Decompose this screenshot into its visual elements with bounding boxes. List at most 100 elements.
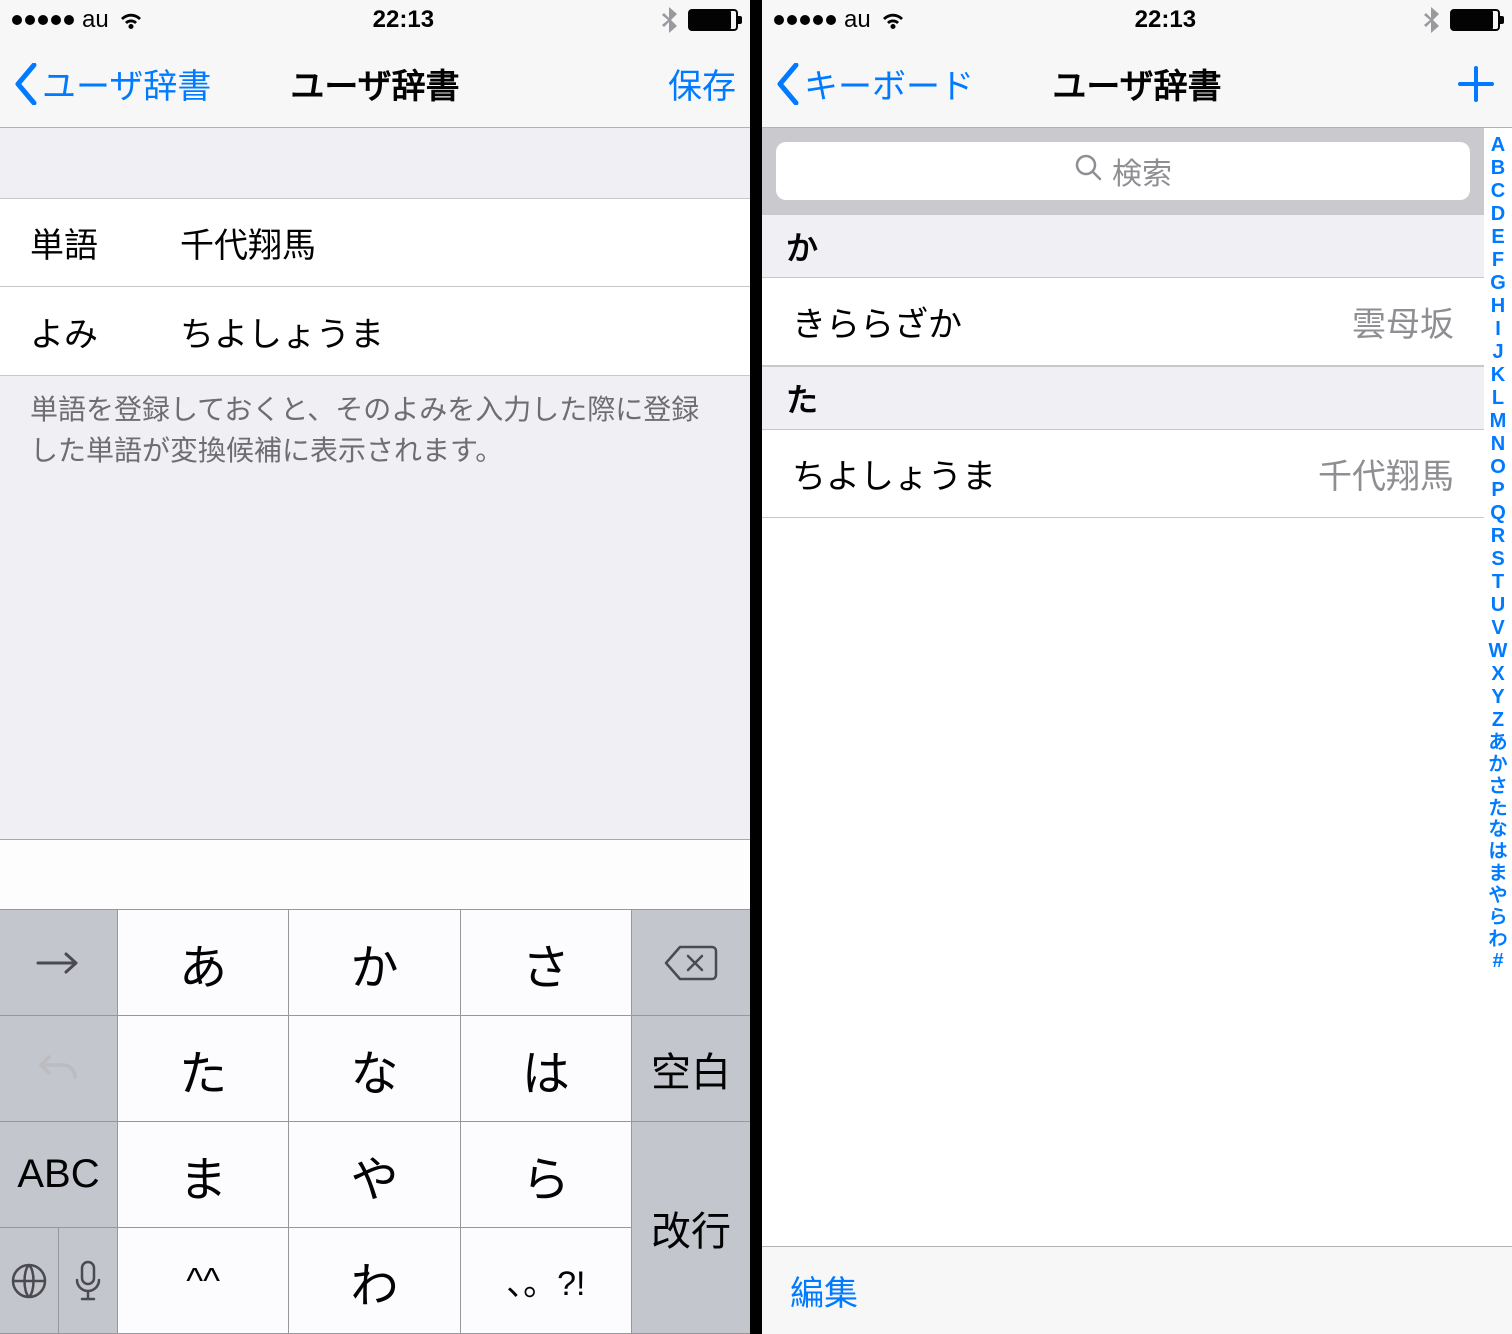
index-letter[interactable]: T — [1492, 571, 1504, 594]
key-ta[interactable]: た — [118, 1016, 289, 1122]
key-wa[interactable]: わ — [289, 1228, 460, 1334]
index-letter[interactable]: L — [1492, 387, 1504, 410]
status-time: 22:13 — [1135, 6, 1196, 34]
back-button[interactable]: キーボード — [776, 59, 974, 108]
bottom-toolbar: 編集 — [762, 1246, 1512, 1334]
index-letter[interactable]: な — [1488, 819, 1507, 841]
index-letter[interactable]: Z — [1492, 709, 1504, 732]
index-letter[interactable]: W — [1489, 640, 1508, 663]
signal-dots-icon — [774, 15, 836, 25]
index-letter[interactable]: E — [1491, 226, 1504, 249]
search-input[interactable]: 検索 — [776, 142, 1470, 200]
index-letter[interactable]: は — [1488, 841, 1507, 863]
section-header-ka: か — [762, 214, 1484, 278]
index-letter[interactable]: M — [1490, 410, 1507, 433]
index-letter[interactable]: # — [1492, 950, 1503, 973]
key-next-candidate[interactable] — [0, 910, 118, 1016]
back-button[interactable]: ユーザ辞書 — [14, 59, 211, 108]
key-ma[interactable]: ま — [118, 1122, 289, 1228]
key-undo[interactable] — [0, 1016, 118, 1122]
entry-word: 雲母坂 — [1352, 297, 1454, 346]
status-bar: au 22:13 — [0, 0, 750, 40]
key-return[interactable]: 改行 — [632, 1122, 750, 1334]
search-icon — [1074, 153, 1102, 189]
keyboard: ABC あ か さ た な は ま や ら — [0, 839, 750, 1334]
status-time: 22:13 — [373, 6, 434, 34]
add-button[interactable] — [1454, 62, 1498, 106]
index-letter[interactable]: ら — [1488, 907, 1507, 929]
index-letter[interactable]: ま — [1488, 863, 1507, 885]
reading-row[interactable]: よみ ちよしょうま — [0, 287, 750, 375]
index-letter[interactable]: X — [1491, 663, 1504, 686]
entry-reading: きららざか — [792, 297, 962, 346]
nav-bar: ユーザ辞書 ユーザ辞書 保存 — [0, 40, 750, 128]
index-letter[interactable]: N — [1491, 433, 1505, 456]
index-letter[interactable]: あ — [1488, 732, 1507, 754]
bluetooth-icon — [662, 7, 678, 33]
reading-value: ちよしょうま — [180, 307, 384, 356]
key-globe[interactable] — [0, 1228, 59, 1333]
index-letter[interactable]: J — [1492, 341, 1503, 364]
index-letter[interactable]: R — [1491, 525, 1505, 548]
key-mic[interactable] — [59, 1228, 118, 1333]
signal-dots-icon — [12, 15, 74, 25]
entry-word: 千代翔馬 — [1318, 449, 1454, 498]
index-letter[interactable]: Q — [1490, 502, 1506, 525]
index-letter[interactable]: G — [1490, 272, 1506, 295]
index-letter[interactable]: C — [1491, 180, 1505, 203]
screen-edit-entry: au 22:13 ユーザ辞書 ユーザ辞書 保存 単語 千代翔馬 よみ ちよしょう… — [0, 0, 750, 1334]
index-letter[interactable]: H — [1491, 295, 1505, 318]
bluetooth-icon — [1424, 7, 1440, 33]
list-item[interactable]: きららざか 雲母坂 — [762, 278, 1484, 366]
section-index[interactable]: ABCDEFGHIJKLMNOPQRSTUVWXYZあかさたなはまやらわ# — [1484, 128, 1512, 1246]
battery-icon — [688, 9, 738, 31]
index-letter[interactable]: D — [1491, 203, 1505, 226]
word-row[interactable]: 単語 千代翔馬 — [0, 199, 750, 287]
index-letter[interactable]: B — [1491, 157, 1505, 180]
key-na[interactable]: な — [289, 1016, 460, 1122]
wifi-icon — [879, 9, 907, 31]
key-abc[interactable]: ABC — [0, 1122, 118, 1228]
index-letter[interactable]: わ — [1488, 929, 1507, 951]
index-letter[interactable]: や — [1488, 885, 1507, 907]
index-letter[interactable]: か — [1488, 754, 1507, 776]
status-bar: au 22:13 — [762, 0, 1512, 40]
nav-bar: キーボード ユーザ辞書 — [762, 40, 1512, 128]
key-ya[interactable]: や — [289, 1122, 460, 1228]
key-ra[interactable]: ら — [461, 1122, 632, 1228]
key-punct[interactable]: 、。?! — [461, 1228, 632, 1334]
word-value: 千代翔馬 — [180, 218, 316, 267]
list-item[interactable]: ちよしょうま 千代翔馬 — [762, 430, 1484, 518]
back-label: ユーザ辞書 — [42, 59, 211, 108]
index-letter[interactable]: U — [1491, 594, 1505, 617]
form-footer-text: 単語を登録しておくと、そのよみを入力した際に登録した単語が変換候補に表示されます… — [0, 376, 750, 485]
index-letter[interactable]: I — [1495, 318, 1501, 341]
back-label: キーボード — [804, 59, 974, 108]
word-label: 単語 — [30, 218, 180, 267]
key-ka[interactable]: か — [289, 910, 460, 1016]
save-button[interactable]: 保存 — [668, 59, 736, 108]
entry-form: 単語 千代翔馬 よみ ちよしょうま — [0, 198, 750, 376]
key-backspace[interactable] — [632, 910, 750, 1016]
key-sa[interactable]: さ — [461, 910, 632, 1016]
key-ha[interactable]: は — [461, 1016, 632, 1122]
index-letter[interactable]: P — [1491, 479, 1504, 502]
key-emoji[interactable]: ^^ — [118, 1228, 289, 1334]
key-space[interactable]: 空白 — [632, 1016, 750, 1122]
index-letter[interactable]: さ — [1488, 776, 1507, 798]
index-letter[interactable]: F — [1492, 249, 1504, 272]
index-letter[interactable]: K — [1491, 364, 1505, 387]
index-letter[interactable]: O — [1490, 456, 1506, 479]
section-header-ta: た — [762, 366, 1484, 430]
index-letter[interactable]: た — [1488, 798, 1507, 820]
index-letter[interactable]: Y — [1491, 686, 1504, 709]
index-letter[interactable]: V — [1491, 617, 1504, 640]
keyboard-suggestion-bar[interactable] — [0, 839, 750, 909]
index-letter[interactable]: A — [1491, 134, 1505, 157]
edit-button[interactable]: 編集 — [790, 1266, 858, 1315]
entry-reading: ちよしょうま — [792, 449, 996, 498]
key-a[interactable]: あ — [118, 910, 289, 1016]
index-letter[interactable]: S — [1491, 548, 1504, 571]
wifi-icon — [117, 9, 145, 31]
search-placeholder: 検索 — [1112, 149, 1172, 193]
